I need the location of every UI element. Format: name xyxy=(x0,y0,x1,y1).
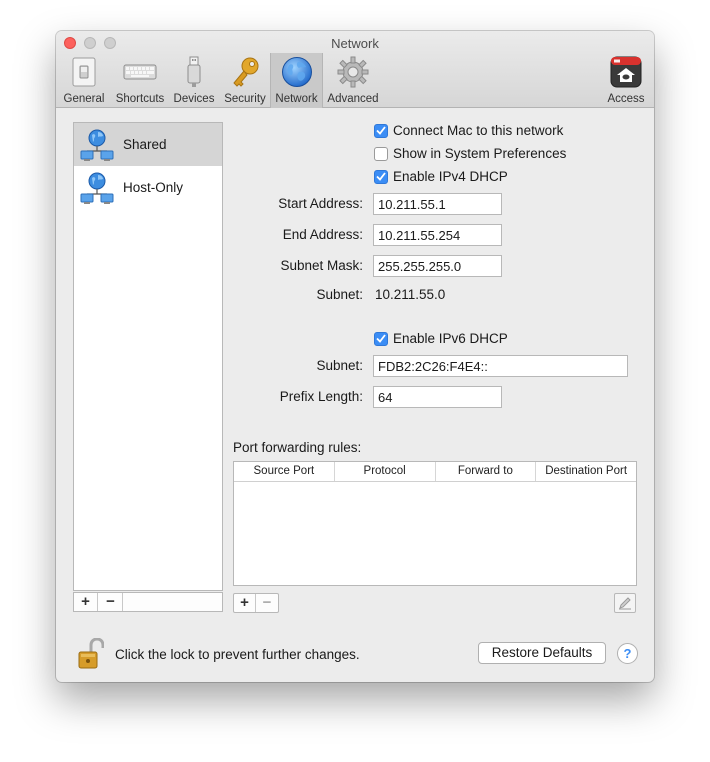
subnet-mask-label: Subnet Mask: xyxy=(280,258,363,273)
tab-advanced-label: Advanced xyxy=(327,93,379,105)
add-network-button[interactable]: + xyxy=(74,593,98,611)
network-item-shared[interactable]: Shared xyxy=(74,123,222,166)
checkmark-icon xyxy=(374,331,388,346)
connect-mac-label: Connect Mac to this network xyxy=(393,123,564,138)
start-address-label: Start Address: xyxy=(278,196,363,211)
ipv4-dhcp-label: Enable IPv4 DHCP xyxy=(393,169,508,184)
globe-icon xyxy=(279,55,315,89)
ipv4-subnet-value: 10.211.55.0 xyxy=(375,287,446,302)
tab-access[interactable]: Access xyxy=(604,53,648,108)
tab-advanced[interactable]: Advanced xyxy=(324,53,382,108)
tab-shortcuts-label: Shortcuts xyxy=(115,93,165,105)
checkbox-empty-icon xyxy=(374,146,388,161)
lock-message: Click the lock to prevent further change… xyxy=(115,647,360,662)
network-item-label: Shared xyxy=(123,137,167,152)
prefix-length-field[interactable]: 64 xyxy=(373,386,502,408)
toolbar: Network General Shortcuts Devices Securi… xyxy=(56,31,654,108)
window-title: Network xyxy=(331,36,379,51)
column-header-forward-to[interactable]: Forward to xyxy=(436,462,537,481)
tab-general[interactable]: General xyxy=(63,53,105,108)
ipv4-subnet-label: Subnet: xyxy=(316,287,363,302)
network-list: Shared Host-Only xyxy=(73,122,223,591)
show-in-prefs-label: Show in System Preferences xyxy=(393,146,567,161)
tab-devices[interactable]: Devices xyxy=(171,53,217,108)
column-header-destination-port[interactable]: Destination Port xyxy=(536,462,636,481)
tab-network[interactable]: Network xyxy=(270,53,323,108)
show-in-prefs-checkbox[interactable]: Show in System Preferences xyxy=(374,146,566,161)
general-icon xyxy=(66,55,102,89)
end-address-field[interactable]: 10.211.55.254 xyxy=(373,224,502,246)
column-header-source-port[interactable]: Source Port xyxy=(234,462,335,481)
tab-shortcuts[interactable]: Shortcuts xyxy=(112,53,168,108)
add-rule-button[interactable]: + xyxy=(234,594,256,612)
tab-security-label: Security xyxy=(224,93,266,105)
network-icon xyxy=(80,129,114,161)
ipv6-dhcp-checkbox[interactable]: Enable IPv6 DHCP xyxy=(374,331,508,346)
connect-mac-checkbox[interactable]: Connect Mac to this network xyxy=(374,123,563,138)
checkmark-icon xyxy=(374,169,388,184)
gear-icon xyxy=(335,55,371,89)
preferences-window: Network General Shortcuts Devices Securi… xyxy=(56,31,654,682)
ipv6-subnet-label: Subnet: xyxy=(316,358,363,373)
table-header: Source Port Protocol Forward to Destinat… xyxy=(234,462,636,482)
key-icon xyxy=(227,55,263,89)
subnet-mask-field[interactable]: 255.255.255.0 xyxy=(373,255,502,277)
port-forwarding-controls: + − xyxy=(233,593,279,613)
ipv6-subnet-field[interactable]: FDB2:2C26:F4E4:: xyxy=(373,355,628,377)
port-forwarding-title: Port forwarding rules: xyxy=(233,440,362,455)
checkmark-icon xyxy=(374,123,388,138)
help-button[interactable]: ? xyxy=(617,643,638,664)
network-icon xyxy=(80,172,114,204)
port-forwarding-table[interactable]: Source Port Protocol Forward to Destinat… xyxy=(233,461,637,586)
end-address-label: End Address: xyxy=(282,227,363,242)
remove-rule-button[interactable]: − xyxy=(256,594,278,612)
network-item-label: Host-Only xyxy=(123,180,184,195)
tab-security[interactable]: Security xyxy=(220,53,270,108)
pencil-icon xyxy=(619,597,631,610)
edit-rule-button[interactable] xyxy=(614,593,636,613)
tab-general-label: General xyxy=(63,93,105,105)
restore-defaults-button[interactable]: Restore Defaults xyxy=(478,642,606,664)
prefix-length-label: Prefix Length: xyxy=(279,389,363,404)
tab-access-label: Access xyxy=(607,93,645,105)
keyboard-icon xyxy=(122,55,158,89)
unlocked-padlock-icon[interactable] xyxy=(78,638,104,670)
tab-devices-label: Devices xyxy=(173,93,215,105)
ipv4-dhcp-checkbox[interactable]: Enable IPv4 DHCP xyxy=(374,169,508,184)
start-address-field[interactable]: 10.211.55.1 xyxy=(373,193,502,215)
ipv6-dhcp-label: Enable IPv6 DHCP xyxy=(393,331,508,346)
network-list-controls: + − xyxy=(73,592,223,612)
parallels-access-icon xyxy=(608,55,644,89)
usb-icon xyxy=(176,55,212,89)
remove-network-button[interactable]: − xyxy=(99,593,123,611)
tab-network-label: Network xyxy=(275,93,318,105)
column-header-protocol[interactable]: Protocol xyxy=(335,462,436,481)
